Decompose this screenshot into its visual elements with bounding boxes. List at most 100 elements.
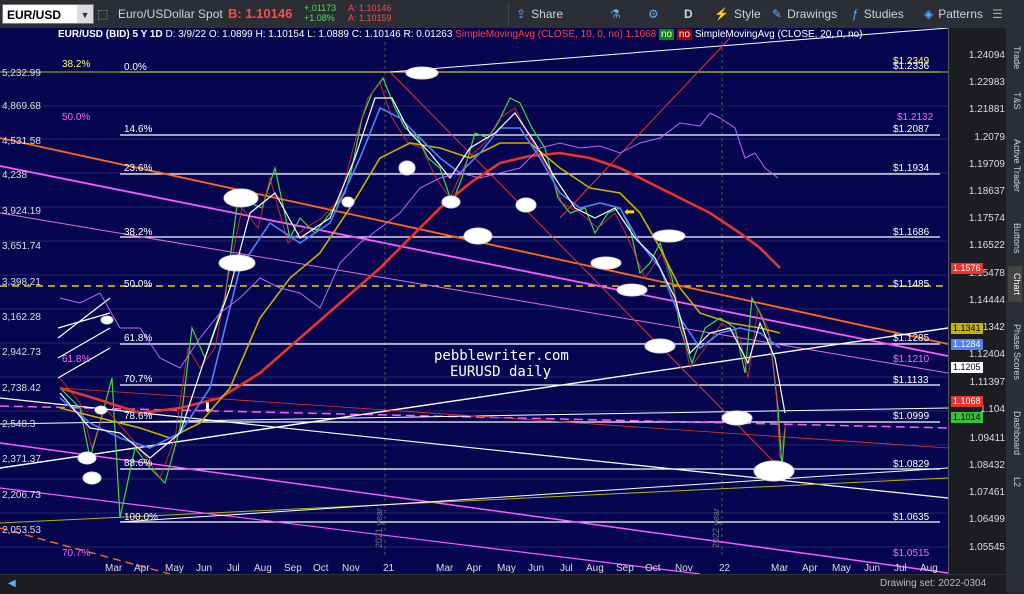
price-axis-label: 1.12404 <box>968 349 1005 360</box>
period-button[interactable]: D <box>684 4 693 24</box>
sidebar-tab-active-trader[interactable]: Active Trader <box>1008 126 1022 206</box>
symbol-selector[interactable]: EUR/USD ▼ <box>2 4 94 24</box>
pink-pct: 61.8% <box>62 354 90 365</box>
legend-toggle[interactable]: no <box>676 29 693 40</box>
x-axis-label: Aug <box>920 563 938 574</box>
sma-white <box>59 97 786 459</box>
x-axis-label: Jul <box>227 563 240 574</box>
studies-button[interactable]: ƒ Studies <box>852 4 904 24</box>
left-axis-label: 4,869.68 <box>2 101 41 112</box>
legend-date: D: 3/9/22 <box>165 29 207 40</box>
price-axis-label: 1.06499 <box>968 514 1005 525</box>
legend-sma10-value: 1.1068 <box>625 29 657 40</box>
left-axis-label: 2,738.42 <box>2 383 41 394</box>
x-axis-label: 21 <box>383 563 395 574</box>
price-axis-label: 1.19709 <box>968 159 1005 170</box>
x-axis-label: Aug <box>586 563 604 574</box>
fib-pct: 38.2% <box>124 227 152 238</box>
x-axis-label: Mar <box>105 563 123 574</box>
patterns-label: Patterns <box>938 7 983 21</box>
price-tag-sma-gold: 1.1341 <box>951 323 983 334</box>
fib-pct: 88.6% <box>124 458 152 469</box>
x-axis-label: Mar <box>436 563 454 574</box>
fib-pct: 70.7% <box>124 374 152 385</box>
fib-pct: 0.0% <box>124 62 147 73</box>
dock-icon[interactable]: ⬚ <box>97 4 108 24</box>
x-axis: Mar Apr May Jun Jul Aug Sep Oct Nov 21 M… <box>105 563 938 574</box>
fib-price: $1.1285 <box>893 333 930 344</box>
legend-range: R: 0.01263 <box>403 29 453 40</box>
price-axis-label: 1.16522 <box>968 240 1005 251</box>
left-axis-label: 2,053.53 <box>2 525 41 536</box>
drawing-set-label[interactable]: Drawing set: 2022-0304 <box>880 578 986 589</box>
fib-price: $1.1934 <box>893 163 930 174</box>
fib-pct: 23.6% <box>124 163 152 174</box>
trend-lines <box>0 28 948 574</box>
x-axis-label: Nov <box>342 563 360 574</box>
sidebar-tab-l2[interactable]: L2 <box>1008 472 1022 492</box>
flask-button[interactable]: ⚗ <box>610 4 626 24</box>
price-axis-label: 1.18637 <box>968 186 1005 197</box>
sidebar-tab-chart[interactable]: Chart <box>1008 266 1022 302</box>
scroll-left-icon[interactable]: ◀ <box>8 578 16 589</box>
fib-pct: 100.0% <box>124 512 158 523</box>
fib-pct: 78.6% <box>124 411 152 422</box>
price-axis-label: 1.11397 <box>969 377 1005 388</box>
share-icon: ⇪ <box>516 7 527 21</box>
fib-price: $1.0635 <box>893 512 930 523</box>
sidebar-tab-trade[interactable]: Trade <box>1008 38 1022 78</box>
sidebar-tab-dashboard[interactable]: Dashboard <box>1008 403 1022 463</box>
legend-sma20[interactable]: SimpleMovingAvg (CLOSE, 20, 0, no) <box>695 29 863 40</box>
share-button[interactable]: ⇪ Share <box>516 4 563 24</box>
menu-icon[interactable]: ☰ <box>992 4 1003 24</box>
x-axis-label: Apr <box>134 563 150 574</box>
studies-icon: ƒ <box>852 7 859 21</box>
legend-low: L: 1.0889 <box>307 29 349 40</box>
left-channel <box>57 297 111 379</box>
studies-label: Studies <box>863 7 904 21</box>
price-axis-label: 1.21881 <box>968 104 1005 115</box>
fib-price: $1.0829 <box>893 459 930 470</box>
price-chart[interactable]: ⬇ ⬅ 5,232.99 4,869.68 4,531.58 4,238 3,9… <box>0 28 948 574</box>
left-arrow-icon: ⬅ <box>624 204 635 219</box>
left-axis-label: 2,371.37 <box>2 454 41 465</box>
gear-button[interactable]: ⚙ <box>648 4 664 24</box>
price-tag-white: 1.1205 <box>951 362 983 373</box>
price-axis-label: 1.104 <box>979 404 1005 415</box>
separator <box>508 3 509 25</box>
fib-price: $1.0999 <box>893 411 930 422</box>
left-axis-label: 5,232.99 <box>2 68 41 79</box>
x-axis-label: May <box>832 563 851 574</box>
flask-icon: ⚗ <box>610 7 621 21</box>
sma-red <box>59 151 781 415</box>
left-axis-label: 3,924.19 <box>2 206 41 217</box>
ask-price: A: 1.10146 <box>348 3 392 13</box>
legend-sma10[interactable]: SimpleMovingAvg (CLOSE, 10, 0, no) <box>455 29 623 40</box>
left-axis-label: 2,942.73 <box>2 347 41 358</box>
style-button[interactable]: ⚡ Style <box>714 4 761 24</box>
sidebar-tab-ts[interactable]: T&S <box>1008 86 1022 116</box>
pencil-icon: ✎ <box>772 7 783 21</box>
x-axis-label: Mar <box>771 563 789 574</box>
sidebar-tab-buttons[interactable]: Buttons <box>1008 213 1022 263</box>
change-percent: +1.08% <box>304 13 335 23</box>
price-axis[interactable]: 1.24094 1.22983 1.21881 1.2079 1.19709 1… <box>948 28 1007 574</box>
x-axis-label: May <box>165 563 184 574</box>
patterns-button[interactable]: ◈ Patterns <box>924 4 983 24</box>
fib-pct: 61.8% <box>124 333 152 344</box>
x-axis-label: Jun <box>864 563 880 574</box>
fib-pct: 50.0% <box>124 279 152 290</box>
price-axis-label: 1.09411 <box>969 433 1005 444</box>
drawings-button[interactable]: ✎ Drawings <box>772 4 837 24</box>
top-toolbar: EUR/USD ▼ ⬚ Euro/USDollar Spot B: 1.1014… <box>0 0 1024 29</box>
pink-price: $1.2349 <box>893 56 930 67</box>
period-label: D <box>684 7 693 21</box>
price-axis-label: 1.07461 <box>968 487 1005 498</box>
gear-icon: ⚙ <box>648 7 659 21</box>
left-axis-label: 4,531.58 <box>2 136 41 147</box>
down-arrow-icon: ⬇ <box>202 400 213 415</box>
sidebar-tab-phase-scores[interactable]: Phase Scores <box>1008 312 1022 392</box>
chevron-down-icon[interactable]: ▼ <box>77 5 93 23</box>
pink-price: $1.2132 <box>897 112 934 123</box>
legend-toggle[interactable]: no <box>659 29 675 40</box>
